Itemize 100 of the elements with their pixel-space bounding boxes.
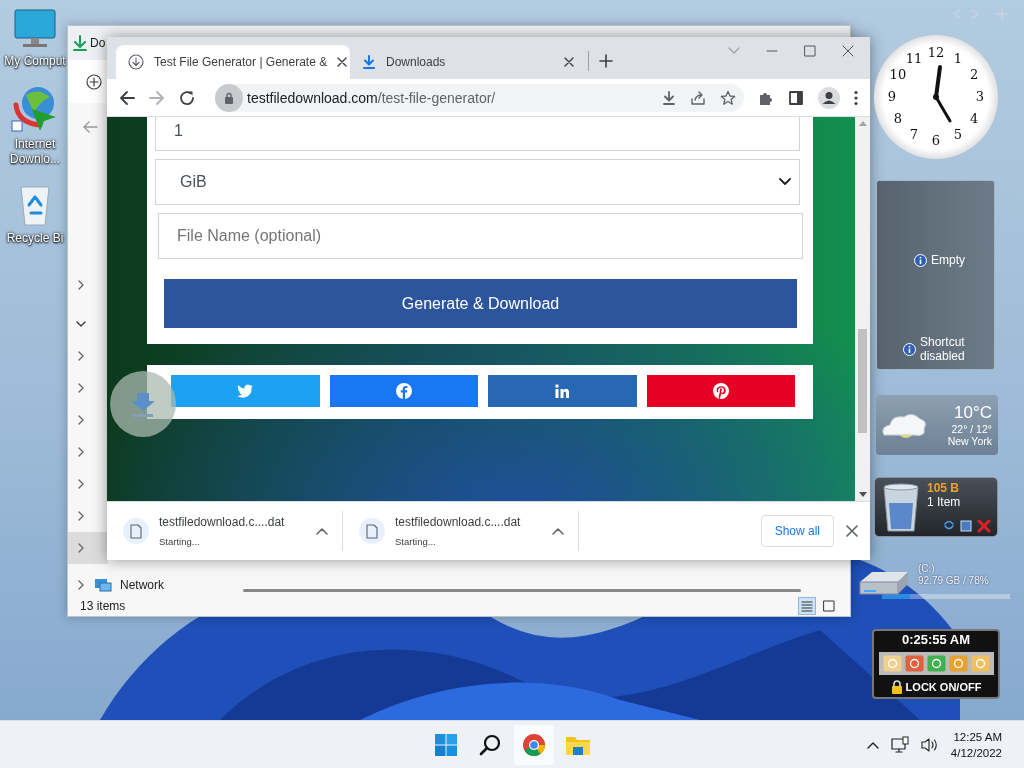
chevron-right-icon[interactable] (76, 479, 86, 490)
linkedin-share-button[interactable] (488, 375, 637, 407)
show-all-button[interactable]: Show all (760, 515, 834, 547)
download-file-name: testfiledownload.c....dat (395, 515, 522, 529)
download-status: Starting... (395, 536, 437, 547)
windows-logo-icon (434, 732, 458, 757)
tab-title: Test File Generator | Generate & (154, 55, 328, 69)
back-arrow-icon[interactable] (82, 120, 98, 135)
facebook-share-button[interactable] (329, 375, 478, 407)
nav-item-label: Network (120, 578, 164, 593)
refresh-icon[interactable] (943, 519, 955, 531)
chevron-down-icon (779, 178, 791, 186)
slideshow-note: Shortcut disabled (920, 335, 966, 363)
clock-numeral: 1 (952, 50, 964, 67)
chevron-right-icon[interactable] (76, 280, 86, 291)
window-title: Do (90, 35, 106, 50)
search-icon (479, 733, 501, 756)
lock-icon (224, 91, 234, 104)
tiles-view-icon (822, 599, 836, 614)
address-bar[interactable]: testfiledownload.com/test-file-generator/ (215, 83, 744, 112)
close-icon[interactable] (842, 45, 854, 57)
info-icon (914, 253, 927, 267)
temperature: 10°C (954, 403, 992, 423)
close-icon[interactable] (564, 57, 574, 67)
status-text: 13 items (80, 599, 126, 614)
star-icon[interactable] (720, 89, 736, 106)
chevron-right-icon[interactable] (76, 543, 86, 554)
action-tile-icon[interactable] (970, 655, 990, 672)
padlock-icon (890, 680, 903, 694)
clock-numeral: 12 (926, 45, 946, 61)
chevron-up-icon[interactable] (316, 527, 328, 535)
chevron-right-icon[interactable] (76, 351, 86, 362)
linkedin-logo-icon (555, 384, 570, 398)
generate-download-button[interactable]: Generate & Download (164, 279, 797, 328)
window-icon[interactable] (959, 519, 973, 533)
slideshow-message: Empty (931, 253, 965, 267)
clock-numeral: 9 (886, 89, 898, 105)
chevron-right-icon[interactable] (76, 383, 86, 394)
action-tile-icon[interactable] (948, 655, 968, 672)
clock-numeral: 10 (888, 67, 908, 83)
recycle-bin-count: 1 Item (927, 495, 962, 509)
scrollbar-thumb[interactable] (858, 329, 867, 433)
clock-numeral: 11 (904, 50, 924, 67)
side-panel-icon[interactable] (788, 89, 804, 106)
browser-tab[interactable]: Downloads (350, 45, 584, 79)
back-icon[interactable] (119, 89, 135, 106)
chevron-right-icon[interactable] (76, 580, 86, 591)
menu-icon[interactable] (854, 89, 858, 106)
download-icon (362, 55, 376, 69)
network-icon (94, 578, 112, 593)
chevron-right-icon[interactable] (76, 447, 86, 458)
share-icon[interactable] (690, 89, 706, 106)
scroll-down-icon[interactable] (858, 492, 867, 497)
new-tab-icon[interactable] (599, 54, 613, 68)
action-tile-icon[interactable] (926, 655, 946, 672)
city-name: New York (947, 435, 992, 447)
clock-numeral: 6 (930, 133, 942, 149)
unit-dropdown[interactable]: GiB (155, 159, 800, 205)
taskbar-clock[interactable]: 12:25 AM 4/12/2022 (950, 728, 1002, 761)
chevron-up-icon[interactable] (552, 527, 564, 535)
download-icon[interactable] (662, 90, 676, 105)
tab-title: Downloads (386, 55, 447, 69)
profile-icon[interactable] (818, 86, 840, 109)
pinterest-logo-icon (712, 383, 729, 399)
facebook-logo-icon (395, 383, 412, 399)
size-field[interactable]: 1 (155, 117, 800, 151)
clock-numeral: 5 (952, 127, 964, 144)
plus-circle-icon[interactable] (86, 73, 102, 90)
drive-usage: 92.79 GB / 78% (918, 575, 989, 587)
maximize-icon[interactable] (804, 45, 816, 57)
action-tile-icon[interactable] (904, 655, 924, 672)
download-arrow-icon (129, 391, 157, 417)
network-icon[interactable] (890, 735, 909, 754)
speaker-icon[interactable] (920, 736, 939, 753)
lock-label[interactable]: LOCK ON/OFF (905, 681, 982, 693)
desktop-icon-label: Recycle Bi (6, 231, 64, 246)
download-icon (73, 34, 87, 51)
clock-numeral: 4 (968, 111, 980, 127)
action-tile-icon[interactable] (882, 655, 902, 672)
browser-tab[interactable]: Test File Generator | Generate & (116, 45, 350, 79)
chevron-right-icon[interactable] (76, 415, 86, 426)
delete-icon[interactable] (977, 519, 991, 533)
chevron-right-icon[interactable] (76, 511, 86, 522)
reload-icon[interactable] (179, 89, 195, 106)
download-file-name: testfiledownload.c....dat (159, 515, 286, 529)
file-icon (130, 523, 142, 539)
pinterest-share-button[interactable] (646, 375, 795, 407)
close-icon[interactable] (846, 525, 858, 537)
file-name-field[interactable]: File Name (optional) (158, 213, 803, 259)
desktop-icon-label: Internet Downlo... (9, 137, 61, 167)
close-icon[interactable] (337, 57, 348, 67)
download-status: Starting... (159, 536, 201, 547)
details-view-icon (800, 599, 814, 614)
trash-can-icon (881, 481, 921, 533)
clock-numeral: 3 (974, 89, 986, 105)
recycle-bin-size: 105 B (927, 481, 961, 495)
desktop-icon-label: My Comput (4, 54, 66, 69)
clock-numeral: 2 (968, 67, 980, 83)
chevron-up-icon[interactable] (866, 740, 879, 749)
info-icon (903, 342, 916, 356)
